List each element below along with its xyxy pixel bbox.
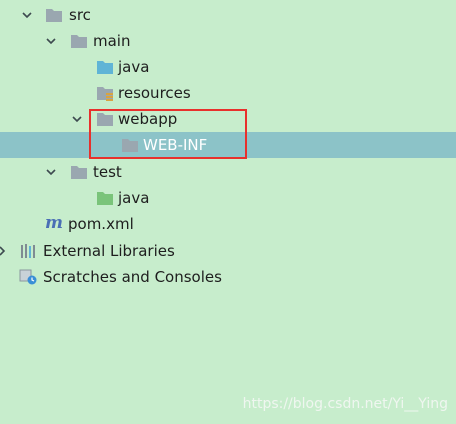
tree-item-label: Scratches and Consoles	[43, 268, 222, 286]
tree-item-label: External Libraries	[43, 242, 175, 260]
chevron-down-icon[interactable]	[45, 166, 57, 178]
chevron-down-icon[interactable]	[21, 9, 33, 21]
tree-item-main[interactable]: main	[0, 28, 456, 54]
chevron-down-icon[interactable]	[45, 35, 57, 47]
resources-folder-icon	[97, 87, 113, 101]
folder-icon	[71, 35, 87, 48]
scratches-icon	[19, 269, 37, 285]
tree-item-label: test	[93, 163, 122, 181]
libraries-icon	[21, 244, 35, 258]
tree-item-label: java	[118, 58, 150, 76]
tree-item-java-test[interactable]: java	[0, 185, 456, 211]
highlight-annotation-box	[89, 109, 247, 159]
tree-item-resources[interactable]: resources	[0, 80, 456, 106]
tree-item-label: src	[69, 6, 91, 24]
chevron-right-icon[interactable]	[0, 245, 8, 257]
watermark-text: https://blog.csdn.net/Yi__Ying	[242, 396, 448, 412]
folder-icon	[46, 9, 62, 22]
tree-item-label: resources	[118, 84, 191, 102]
tree-item-scratches-and-consoles[interactable]: Scratches and Consoles	[0, 264, 456, 290]
folder-icon	[71, 166, 87, 179]
maven-icon: m	[45, 213, 63, 233]
tree-item-label: main	[93, 32, 131, 50]
chevron-down-icon[interactable]	[71, 113, 83, 125]
tree-item-test[interactable]: test	[0, 159, 456, 185]
tree-item-label: pom.xml	[68, 215, 134, 233]
test-source-folder-icon	[97, 192, 113, 205]
project-tree-panel: { "tree": { "items": [ {"label": "src", …	[0, 0, 456, 424]
tree-item-java-source[interactable]: java	[0, 54, 456, 80]
tree-item-pom-xml[interactable]: m pom.xml	[0, 211, 456, 237]
tree-item-label: java	[118, 189, 150, 207]
tree-item-external-libraries[interactable]: External Libraries	[0, 238, 456, 264]
source-folder-icon	[97, 61, 113, 74]
tree-item-src[interactable]: src	[0, 2, 456, 28]
